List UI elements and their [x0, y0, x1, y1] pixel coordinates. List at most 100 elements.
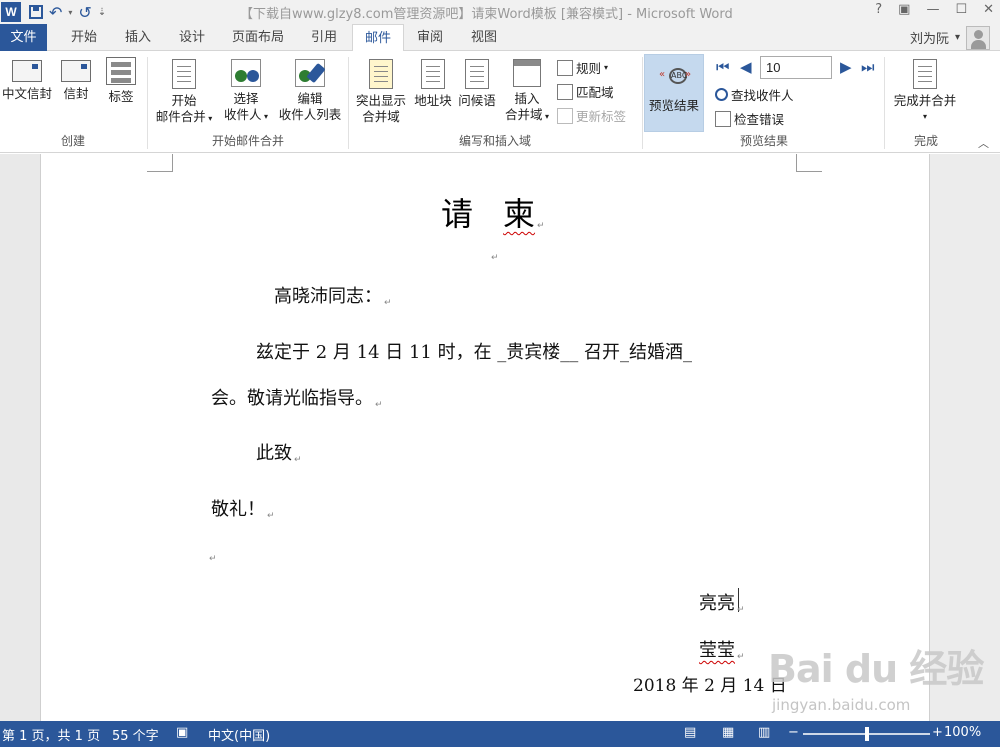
search-icon	[715, 88, 728, 101]
date-line: 2018 年 2 月 14 日	[633, 676, 787, 696]
recipients-icon	[231, 59, 261, 87]
envelope-icon	[61, 60, 91, 82]
tab-insert[interactable]: 插入	[112, 24, 164, 51]
ribbon-tabs: 文件 开始 插入 设计 页面布局 引用 邮件 审阅 视图 刘为阮 ▾	[0, 24, 1000, 52]
match-fields-button[interactable]: 匹配域	[557, 82, 614, 101]
finish-merge-button[interactable]: 完成并合并 ▾	[888, 59, 962, 125]
tab-references[interactable]: 引用	[298, 24, 350, 51]
undo-dropdown-icon[interactable]: ▾	[68, 8, 72, 17]
update-labels-icon	[557, 107, 573, 124]
avatar	[966, 25, 990, 50]
zoom-out-button[interactable]: −	[788, 725, 799, 740]
tab-file[interactable]: 文件	[0, 24, 47, 51]
undo-icon[interactable]: ↶	[49, 3, 62, 22]
help-icon[interactable]: ?	[875, 2, 882, 17]
window-controls: ? ▣ — ☐ ✕	[875, 2, 994, 17]
read-mode-icon[interactable]: ▤	[684, 725, 696, 740]
document-page[interactable]: 请柬 ↵ ↵ 高晓沛同志： ↵ 兹定于 2 月 14 日 11 时，在 _贵宾楼__…	[40, 154, 930, 721]
ribbon-display-icon[interactable]: ▣	[898, 2, 910, 17]
dropdown-arrow-icon: ▾	[261, 112, 269, 121]
match-fields-icon	[557, 83, 573, 100]
salutation-line: 高晓沛同志： ↵	[274, 286, 392, 308]
right-margin-area	[930, 154, 1000, 721]
first-record-icon[interactable]: ⏮	[716, 58, 730, 76]
maximize-icon[interactable]: ☐	[955, 2, 967, 17]
tab-home[interactable]: 开始	[58, 24, 110, 51]
insert-merge-field-icon	[513, 59, 541, 87]
last-record-icon[interactable]: ⏭	[861, 58, 875, 76]
document-area: 请柬 ↵ ↵ 高晓沛同志： ↵ 兹定于 2 月 14 日 11 时，在 _贵宾楼__…	[0, 154, 1000, 721]
close-icon[interactable]: ✕	[983, 2, 994, 17]
dropdown-arrow-icon: ▾	[205, 114, 213, 123]
finish-merge-icon	[913, 59, 937, 89]
user-account[interactable]: 刘为阮 ▾	[910, 24, 990, 51]
start-mail-merge-button[interactable]: 开始 邮件合并 ▾	[150, 59, 218, 127]
group-divider	[348, 57, 349, 149]
web-layout-icon[interactable]: ▥	[758, 725, 770, 740]
tab-mailings[interactable]: 邮件	[352, 24, 404, 52]
tab-page-layout[interactable]: 页面布局	[222, 24, 294, 51]
window-title: 【下载自www.glzy8.com管理资源吧】请柬Word模板 [兼容模式] -…	[240, 7, 733, 22]
highlight-merge-fields-button[interactable]: 突出显示 合并域	[350, 59, 412, 125]
next-record-icon[interactable]: ▶	[840, 58, 852, 76]
print-layout-icon[interactable]: ▦	[722, 725, 734, 740]
closing-line-2: 敬礼！ ↵	[211, 499, 275, 521]
highlight-fields-icon	[369, 59, 393, 89]
collapse-ribbon-icon[interactable]: ︿	[978, 135, 989, 151]
find-recipient-button[interactable]: 查找收件人	[715, 85, 794, 104]
preview-results-icon: « ABC »	[659, 65, 691, 87]
save-icon[interactable]	[29, 5, 43, 19]
title-bar: W ↶ ▾ ↺ ⇣ 【下载自www.glzy8.com管理资源吧】请柬Word模…	[0, 0, 1000, 24]
update-labels-button[interactable]: 更新标签	[557, 106, 626, 125]
group-divider	[642, 57, 643, 149]
select-recipients-button[interactable]: 选择 收件人 ▾	[218, 59, 274, 125]
rules-button[interactable]: 规则 ▾	[557, 58, 608, 77]
mail-merge-icon	[172, 59, 196, 89]
group-label-write-insert: 编写和插入域	[458, 134, 531, 148]
signature-line-1: 亮亮 ↵	[699, 593, 745, 615]
check-errors-button[interactable]: 检查错误	[715, 109, 784, 128]
group-label-start-mail-merge: 开始邮件合并	[211, 134, 284, 148]
tab-design[interactable]: 设计	[166, 24, 218, 51]
tab-review[interactable]: 审阅	[404, 24, 456, 51]
insert-merge-field-button[interactable]: 插入 合并域 ▾	[500, 59, 554, 125]
language-indicator[interactable]: 中文(中国)	[208, 725, 270, 744]
page-corner-marker	[147, 154, 173, 172]
edit-recipient-list-icon	[295, 59, 326, 87]
greeting-line-button[interactable]: 问候语	[454, 59, 500, 109]
chinese-envelope-button[interactable]: 中文信封	[0, 60, 54, 102]
signature-line-2: 莹莹 ↵	[699, 640, 745, 662]
group-label-create: 创建	[60, 134, 85, 148]
redo-icon[interactable]: ↺	[78, 3, 91, 22]
proofing-icon[interactable]: ▣	[176, 725, 188, 740]
tab-view[interactable]: 视图	[458, 24, 510, 51]
group-label-preview: 预览结果	[739, 134, 788, 148]
customize-qat-icon[interactable]: ⇣	[98, 7, 106, 18]
minimize-icon[interactable]: —	[926, 2, 939, 17]
user-name: 刘为阮	[909, 32, 949, 47]
zoom-level[interactable]: 100%	[944, 725, 981, 740]
document-title: 请柬 ↵	[441, 195, 545, 233]
group-label-finish: 完成	[913, 134, 938, 148]
record-number-input[interactable]: 10	[760, 56, 832, 79]
address-block-button[interactable]: 地址块	[410, 59, 456, 109]
envelopes-button[interactable]: 信封	[56, 60, 96, 102]
edit-recipient-list-button[interactable]: 编辑 收件人列表	[274, 59, 346, 123]
word-count[interactable]: 55 个字	[112, 725, 159, 744]
dropdown-arrow-icon: ▾	[922, 112, 927, 121]
dropdown-arrow-icon: ▾	[542, 112, 550, 121]
word-app-icon[interactable]: W	[1, 2, 21, 22]
quick-access-toolbar: ↶ ▾ ↺ ⇣	[29, 3, 106, 22]
preview-results-button[interactable]: « ABC » 预览结果	[644, 54, 704, 132]
page-count[interactable]: 第 1 页，共 1 页	[2, 725, 100, 744]
dropdown-arrow-icon: ▾	[604, 63, 609, 72]
check-errors-icon	[715, 110, 731, 127]
zoom-in-button[interactable]: +	[932, 725, 943, 740]
labels-button[interactable]: 标签	[100, 57, 142, 105]
status-bar: 第 1 页，共 1 页 55 个字 ▣ 中文(中国) ▤ ▦ ▥ − + 100…	[0, 721, 1000, 747]
closing-line-1: 此致 ↵	[256, 443, 302, 465]
page-corner-marker	[796, 154, 822, 172]
zoom-slider-thumb[interactable]	[864, 727, 869, 741]
previous-record-icon[interactable]: ◀	[740, 58, 752, 76]
chinese-envelope-icon	[12, 60, 42, 82]
